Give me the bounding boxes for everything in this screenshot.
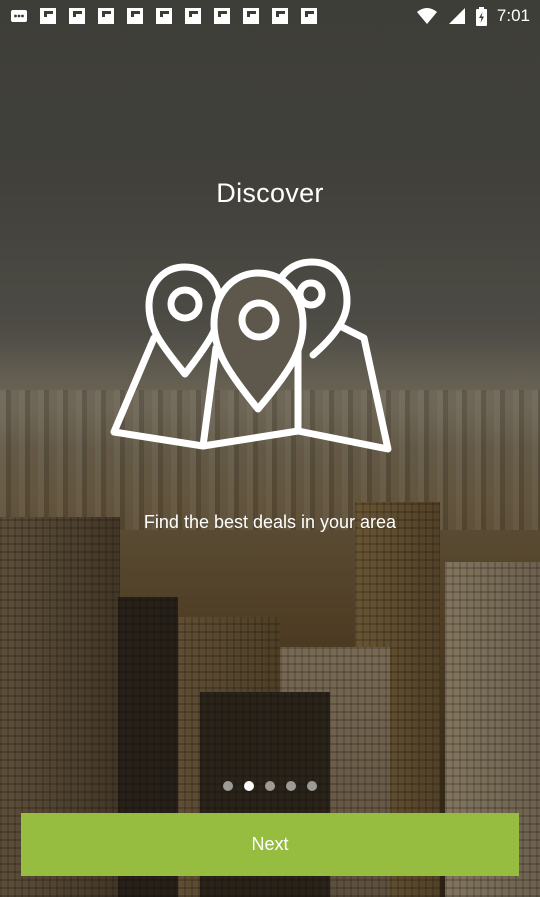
next-button[interactable]: Next [21,813,519,876]
flipboard-icon [127,8,143,24]
onboarding-tagline: Find the best deals in your area [143,512,397,532]
battery-icon [475,6,487,26]
page-dot-active[interactable] [244,781,254,791]
flipboard-icon [156,8,172,24]
map-pins-icon [110,258,392,453]
status-time: 7:01 [496,6,530,25]
flipboard-icon [214,8,230,24]
flipboard-icon [69,8,85,24]
page-title: Discover [216,178,324,208]
flipboard-icon [40,8,56,24]
chat-icon [11,10,27,22]
page-dot[interactable] [265,781,275,791]
page-dot[interactable] [223,781,233,791]
flipboard-icon [98,8,114,24]
notification-icons [10,7,318,25]
flipboard-icon [185,8,201,24]
page-indicator [0,781,540,791]
flipboard-icon [272,8,288,24]
flipboard-icon [301,8,317,24]
signal-icon [448,8,465,24]
status-bar: 7:01 [0,0,540,32]
page-dot[interactable] [286,781,296,791]
system-icons: 7:01 [416,6,530,26]
flipboard-icon [243,8,259,24]
page-dot[interactable] [307,781,317,791]
wifi-icon [416,8,437,24]
